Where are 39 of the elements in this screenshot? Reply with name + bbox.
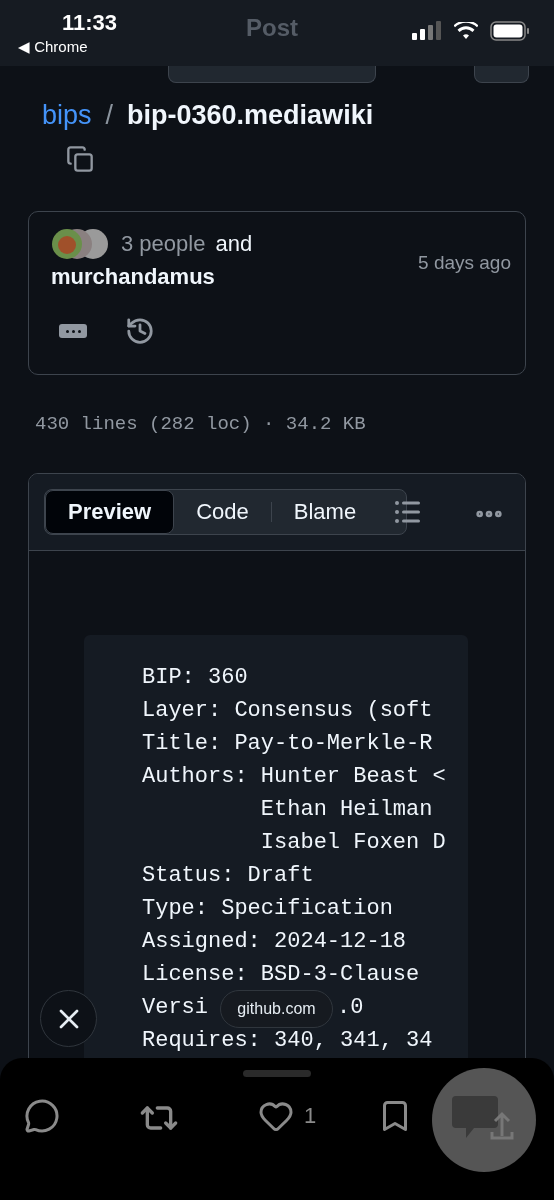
nav-title: Post [246,14,298,42]
code-line: Versi [142,995,208,1020]
code-line: Authors: Hunter Beast < [142,763,447,791]
path-separator: / [105,100,114,131]
author-link[interactable]: murchandamus [51,264,215,290]
code-line: Title: Pay-to-Merkle-R [142,730,434,758]
code-line: Layer: Consensus (soft [142,697,434,725]
code-line: Isabel Foxen D [259,829,447,857]
outline-icon[interactable] [395,500,421,524]
contributors-link[interactable]: 3 people [121,231,206,257]
code-line: Ethan Heilman [259,796,434,824]
repo-link[interactable]: bips [42,100,92,131]
signal-icon [412,21,442,41]
url-pill[interactable]: github.com [220,990,333,1028]
commit-time: 5 days ago [418,252,511,274]
drag-handle[interactable] [243,1070,311,1077]
joiner-text: and [215,231,253,257]
clock-time: 11:33 [62,10,118,36]
avatar-icon [51,228,111,260]
code-line: License: BSD-3-Clause [142,961,421,989]
file-info: 430 lines (282 loc) · 34.2 KB [34,412,367,435]
view-tab[interactable]: Code [174,490,271,534]
like-button[interactable]: 1 [258,1098,317,1134]
code-line: Assigned: 2024-12-18 [142,928,408,956]
code-line: Type: Specification [142,895,394,923]
more-icon[interactable] [59,324,87,338]
back-to-app-link[interactable]: ◀ Chrome [18,38,88,56]
code-line: .0 [337,995,364,1020]
reply-button[interactable] [24,1098,60,1134]
view-tab[interactable]: Preview [45,490,175,534]
battery-icon [490,21,530,41]
view-tab[interactable]: Blame [271,490,379,534]
file-name: bip-0360.mediawiki [127,100,374,131]
code-line: Requires: 340, 341, 34 [142,1027,434,1055]
history-icon[interactable] [125,316,155,346]
code-line: BIP: 360 [142,664,249,692]
code-line: Status: Draft [142,862,315,890]
wifi-icon [454,22,478,40]
copy-icon[interactable] [66,145,94,173]
